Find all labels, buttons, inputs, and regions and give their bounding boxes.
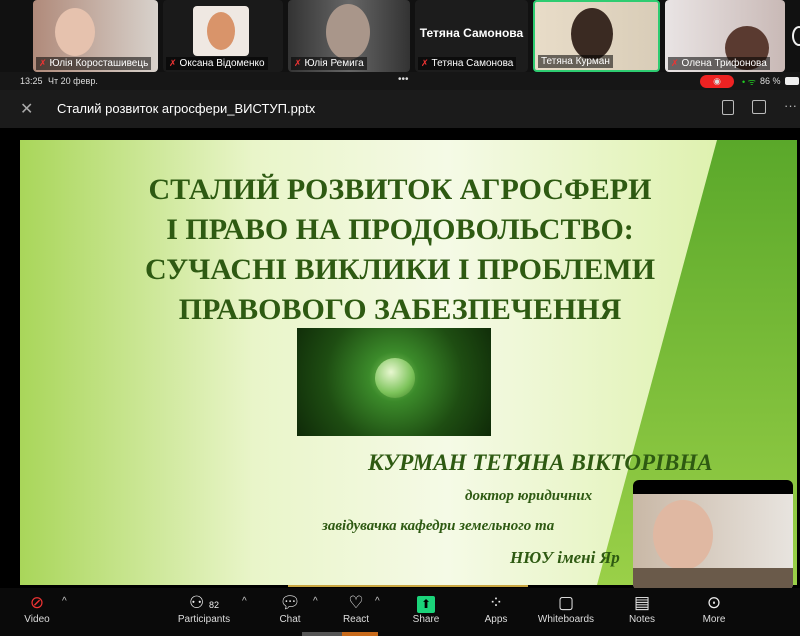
react-options-caret[interactable]: ^ (375, 596, 380, 607)
whiteboard-icon: ▢ (557, 593, 575, 612)
clock: 13:25 (20, 76, 43, 86)
annotate-icon[interactable] (722, 100, 734, 115)
slide-title: СТАЛИЙ РОЗВИТОК АГРОСФЕРИ І ПРАВО НА ПРОД… (144, 173, 656, 326)
participant-strip: ✗ Юлія Коросташивець ✗ Оксана Відоменко ✗ Ю… (0, 0, 800, 72)
more-icon[interactable]: ··· (784, 98, 797, 113)
participant-tile[interactable]: ✗ Олена Трифонова (665, 0, 785, 72)
progress-line (288, 585, 528, 587)
notes-icon[interactable] (752, 100, 766, 114)
chat-button[interactable]: 💬︎ Chat (275, 592, 305, 625)
system-status-bar: 13:25 Чт 20 февр. ••• ◉ • ᯤ 86 % (0, 72, 800, 90)
battery-icon (785, 77, 799, 85)
video-feed (55, 8, 95, 56)
heart-icon: ♡ (348, 593, 364, 612)
share-icon: ⬆ (410, 592, 442, 614)
video-off-icon: ⊘ (29, 593, 45, 612)
participants-button[interactable]: ⚇ 82 Participants (176, 592, 232, 625)
mic-muted-icon: ✗ (169, 58, 177, 68)
video-feed (326, 4, 370, 60)
chat-options-caret[interactable]: ^ (313, 596, 318, 607)
video-button[interactable]: ⊘ Video (22, 592, 52, 625)
participant-tile[interactable]: ✗ Юлія Коросташивець (33, 0, 158, 72)
participants-options-caret[interactable]: ^ (242, 596, 247, 607)
globe-in-hands-image (297, 328, 491, 436)
mic-muted-icon: ✗ (421, 58, 429, 68)
participant-tile[interactable]: ✗ Юлія Ремига (288, 0, 410, 72)
tab-indicator (302, 632, 342, 636)
video-options-caret[interactable]: ^ (62, 596, 67, 607)
slide-university: НЮУ імені Яр (510, 548, 620, 567)
slide-author: КУРМАН ТЕТЯНА ВІКТОРІВНА (368, 450, 713, 475)
date: Чт 20 февр. (48, 76, 98, 86)
apps-button[interactable]: ⁘ Apps (480, 592, 512, 625)
participant-name: Тетяна Самонова (431, 58, 514, 69)
participant-name: Тетяна Курман (541, 56, 610, 67)
self-view-video[interactable] (633, 480, 793, 590)
chat-icon: 💬︎ (279, 593, 301, 612)
participant-tile[interactable]: Тетяна Самонова ✗ Тетяна Самонова (415, 0, 528, 72)
recording-indicator-icon: ◉ (700, 75, 734, 88)
participants-icon: ⚇ 82 (189, 593, 219, 612)
share-button[interactable]: ⬆ Share (410, 592, 442, 625)
react-button[interactable]: ♡ React (340, 592, 372, 625)
notes-icon: ▤ (633, 593, 651, 612)
avatar (193, 6, 249, 56)
video-off-name: Тетяна Самонова (419, 26, 524, 40)
tab-indicator (342, 632, 378, 636)
participant-name: Юлія Коросташивець (49, 58, 149, 69)
wifi-icon: • ᯤ (742, 77, 756, 87)
participant-name: Юлія Ремига (304, 58, 364, 69)
more-dots-icon[interactable]: ••• (398, 74, 409, 85)
mic-muted-icon: ✗ (671, 58, 679, 68)
participant-tile[interactable]: ✗ Оксана Відоменко (163, 0, 283, 72)
whiteboards-button[interactable]: ▢ Whiteboards (536, 592, 596, 625)
notes-button[interactable]: ▤ Notes (626, 592, 658, 625)
participant-tile-active-speaker[interactable]: Тетяна Курман (533, 0, 660, 72)
meeting-toolbar: ⊘ Video ^ ⚇ 82 Participants ^ 💬︎ Chat ^ ♡ Re… (0, 588, 800, 636)
document-header: ✕ Сталий розвиток агросфери_ВИСТУП.pptx … (0, 90, 800, 128)
close-icon[interactable]: ✕ (20, 99, 33, 119)
next-page-icon[interactable] (792, 26, 800, 46)
battery-level: 86 % (760, 76, 781, 86)
slide-position: завідувачка кафедри земельного та (322, 518, 555, 534)
file-name: Сталий розвиток агросфери_ВИСТУП.pptx (57, 101, 316, 116)
participant-name: Оксана Відоменко (179, 58, 265, 69)
mic-muted-icon: ✗ (294, 58, 302, 68)
mic-muted-icon: ✗ (39, 58, 47, 68)
participant-name: Олена Трифонова (681, 58, 767, 69)
apps-icon: ⁘ (488, 593, 504, 612)
video-feed (571, 8, 613, 60)
slide-degree: доктор юридичних (465, 488, 593, 504)
more-button[interactable]: ⊙ More (698, 592, 730, 625)
more-icon: ⊙ (706, 593, 722, 612)
